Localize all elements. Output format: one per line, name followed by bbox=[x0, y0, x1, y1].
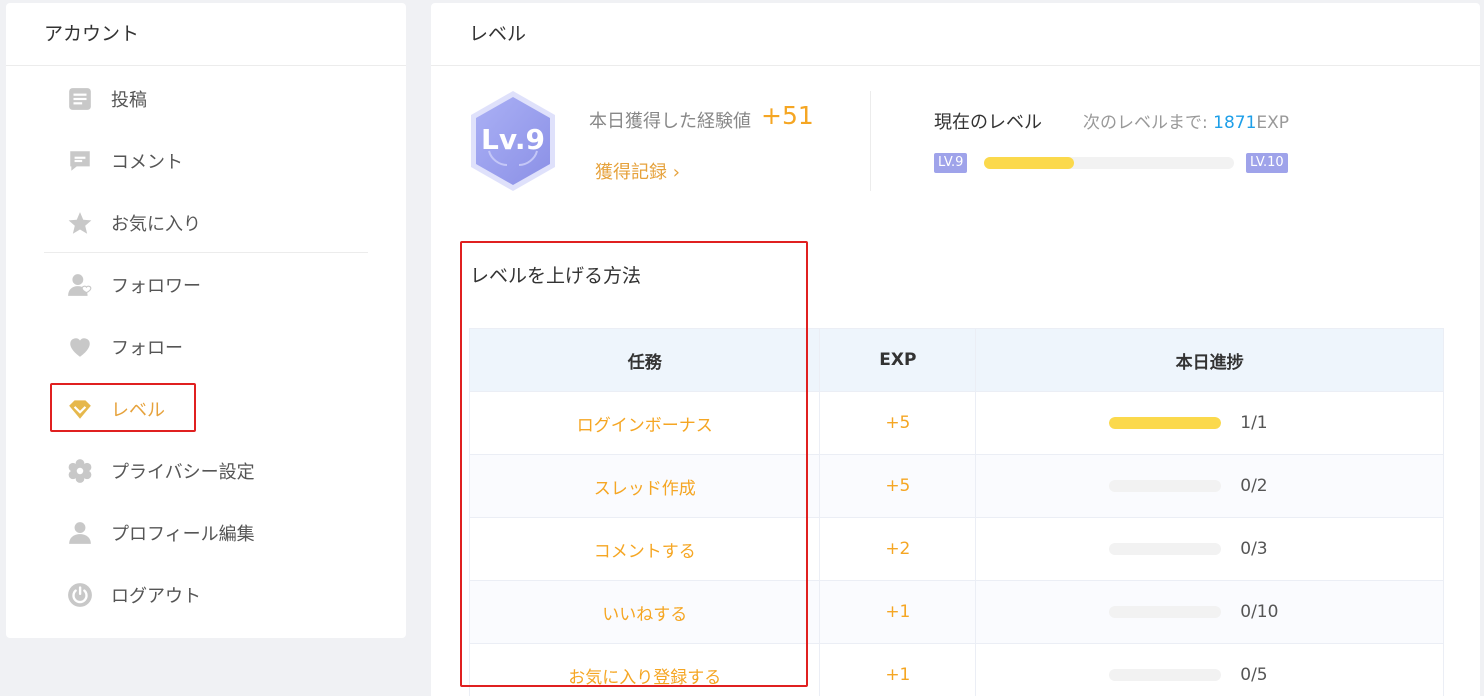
task-progress-text: 0/2 bbox=[1240, 476, 1268, 496]
follower-icon bbox=[66, 271, 94, 299]
task-name[interactable]: お気に入り登録する bbox=[468, 643, 821, 696]
sidebar-item-label: プライバシー設定 bbox=[111, 462, 255, 483]
star-icon bbox=[66, 209, 94, 237]
user-icon bbox=[66, 519, 94, 547]
task-exp: +1 bbox=[819, 580, 977, 644]
next-level-value: 1871 bbox=[1213, 113, 1257, 133]
task-table: 任務 EXP 本日進捗 ログインボーナス +5 1/1 スレッド作成 +5 0/2 コメント… bbox=[468, 328, 1444, 696]
task-progress-cell: 0/10 bbox=[975, 580, 1444, 644]
level-from-tag: LV.9 bbox=[934, 153, 968, 173]
task-progress-text: 0/3 bbox=[1240, 539, 1268, 559]
badge-level-text: Lv.9 bbox=[481, 123, 545, 156]
task-name[interactable]: スレッド作成 bbox=[468, 454, 821, 518]
task-name[interactable]: コメントする bbox=[468, 517, 821, 581]
table-row: コメントする +2 0/3 bbox=[468, 517, 1444, 581]
task-progress-fill bbox=[1109, 417, 1222, 429]
sidebar-item-label: コメント bbox=[111, 152, 183, 173]
task-progress-cell: 0/3 bbox=[975, 517, 1444, 581]
gear-icon bbox=[66, 457, 94, 485]
sidebar-item-privacy[interactable]: プライバシー設定 bbox=[66, 453, 255, 489]
sidebar-item-favorites[interactable]: お気に入り bbox=[66, 205, 201, 241]
sidebar-item-label: フォロワー bbox=[111, 276, 201, 297]
task-progress-cell: 0/5 bbox=[975, 643, 1444, 696]
sidebar-divider bbox=[44, 252, 368, 253]
task-progress-cell: 0/2 bbox=[975, 454, 1444, 518]
account-sidebar: アカウント 投稿 コメント お気に入り フォロワー フォロー レベル プライバシ… bbox=[6, 3, 406, 638]
task-progress-text: 0/10 bbox=[1240, 602, 1279, 622]
table-row: いいねする +1 0/10 bbox=[468, 580, 1444, 644]
document-icon bbox=[66, 85, 94, 113]
next-level-info: 次のレベルまで: 1871EXP bbox=[1083, 108, 1289, 133]
task-progress-bar bbox=[1109, 480, 1222, 492]
sidebar-item-level[interactable]: レベル bbox=[66, 391, 165, 427]
chevron-right-icon: › bbox=[667, 162, 680, 183]
sidebar-item-comments[interactable]: コメント bbox=[66, 143, 183, 179]
sidebar-item-label: 投稿 bbox=[111, 90, 147, 111]
table-header: 任務 bbox=[468, 328, 821, 392]
task-name[interactable]: ログインボーナス bbox=[468, 391, 821, 455]
level-to-tag: LV.10 bbox=[1246, 153, 1288, 173]
table-row: スレッド作成 +5 0/2 bbox=[468, 454, 1444, 518]
task-exp: +5 bbox=[819, 391, 977, 455]
task-exp: +1 bbox=[819, 643, 977, 696]
vertical-divider bbox=[870, 91, 871, 191]
level-panel: レベル Lv.9 本日獲得した経験値 +51 獲得記録 › 現在のレベル 次のレ… bbox=[431, 3, 1480, 696]
sidebar-item-label: ログアウト bbox=[111, 586, 201, 607]
diamond-icon bbox=[66, 395, 94, 423]
power-icon bbox=[66, 581, 94, 609]
sidebar-item-profile-edit[interactable]: プロフィール編集 bbox=[66, 515, 255, 551]
heart-icon bbox=[66, 333, 94, 361]
today-exp-value: +51 bbox=[761, 101, 814, 130]
current-level-label: 現在のレベル bbox=[934, 112, 1042, 133]
task-progress-text: 0/5 bbox=[1240, 665, 1268, 685]
today-exp-label: 本日獲得した経験値 bbox=[589, 111, 751, 132]
task-name[interactable]: いいねする bbox=[468, 580, 821, 644]
exp-history-label: 獲得記録 bbox=[595, 162, 667, 183]
task-progress-bar bbox=[1109, 669, 1222, 681]
sidebar-item-followers[interactable]: フォロワー bbox=[66, 267, 201, 303]
table-header-row: 任務 EXP 本日進捗 bbox=[468, 328, 1444, 392]
sidebar-item-label: お気に入り bbox=[111, 214, 201, 235]
table-row: お気に入り登録する +1 0/5 bbox=[468, 643, 1444, 696]
task-progress-text: 1/1 bbox=[1240, 413, 1268, 433]
table-header: 本日進捗 bbox=[975, 328, 1444, 392]
level-progress-bar bbox=[984, 157, 1234, 169]
task-exp: +2 bbox=[819, 517, 977, 581]
task-exp: +5 bbox=[819, 454, 977, 518]
task-progress-bar bbox=[1109, 543, 1222, 555]
next-level-unit: EXP bbox=[1256, 113, 1290, 133]
sidebar-item-label: プロフィール編集 bbox=[111, 524, 255, 545]
task-progress-bar bbox=[1109, 606, 1222, 618]
task-progress-bar bbox=[1109, 417, 1222, 429]
sidebar-title: アカウント bbox=[6, 3, 406, 66]
table-header: EXP bbox=[819, 328, 977, 392]
table-row: ログインボーナス +5 1/1 bbox=[468, 391, 1444, 455]
page-title: レベル bbox=[431, 3, 1480, 66]
sidebar-item-posts[interactable]: 投稿 bbox=[66, 81, 147, 117]
exp-history-link[interactable]: 獲得記録 › bbox=[595, 158, 680, 184]
task-progress-cell: 1/1 bbox=[975, 391, 1444, 455]
level-progress-fill bbox=[984, 157, 1074, 169]
sidebar-item-following[interactable]: フォロー bbox=[66, 329, 183, 365]
sidebar-item-label: フォロー bbox=[111, 338, 183, 359]
sidebar-item-label: レベル bbox=[111, 400, 165, 421]
comment-icon bbox=[66, 147, 94, 175]
section-title: レベルを上げる方法 bbox=[470, 265, 642, 287]
next-level-prefix: 次のレベルまで: bbox=[1083, 113, 1208, 133]
sidebar-item-logout[interactable]: ログアウト bbox=[66, 577, 201, 613]
